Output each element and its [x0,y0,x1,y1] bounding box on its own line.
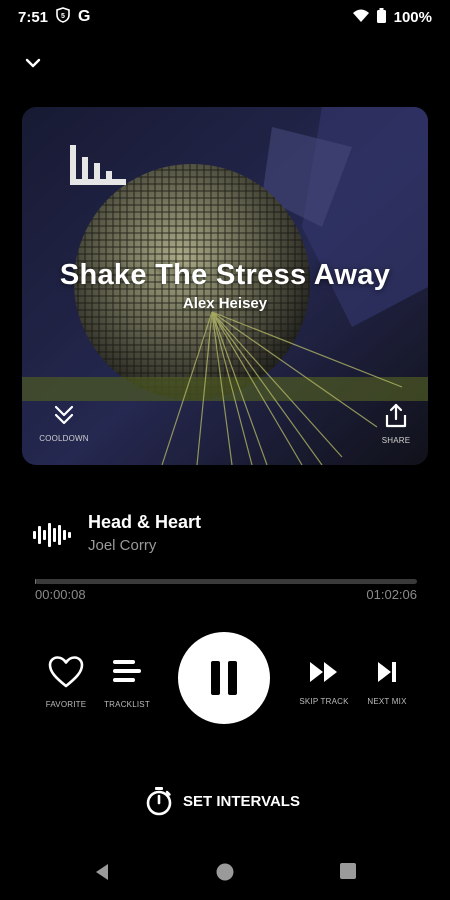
skip-track-label: SKIP TRACK [299,697,349,706]
progress-fill [35,579,36,584]
battery-percent: 100% [393,8,432,26]
google-icon: G [78,8,91,25]
tracklist-label: TRACKLIST [104,700,150,709]
double-chevron-down-icon [54,405,74,425]
home-button[interactable] [215,862,235,887]
time-elapsed: 00:00:08 [35,587,86,602]
skip-next-icon [378,662,396,682]
track-title: Head & Heart [88,512,202,532]
share-icon [385,403,407,428]
waveform-icon [33,523,71,547]
tracklist-button[interactable]: TRACKLIST [101,655,153,709]
home-circle-icon [216,863,234,881]
skip-track-button[interactable]: SKIP TRACK [296,658,352,706]
back-triangle-icon [96,864,108,880]
recents-square-icon [340,863,356,879]
mix-artist: Alex Heisey [182,295,268,312]
collapse-button[interactable] [22,52,44,74]
battery-icon [376,7,386,27]
wifi-icon [352,9,369,26]
status-time: 7:51 [18,8,49,26]
status-bar: 7:51 5 G 100% [0,0,450,34]
cooldown-label: COOLDOWN [39,434,89,443]
recents-button[interactable] [339,862,357,885]
mix-title: Shake The Stress Away [59,259,391,291]
track-artist: Joel Corry [88,537,157,554]
pause-icon [211,661,237,695]
favorite-button[interactable]: FAVORITE [42,655,90,709]
shield-icon: 5 [56,7,70,27]
time-total: 01:02:06 [366,587,417,602]
brand-logo [68,143,128,192]
svg-text:5: 5 [61,13,65,20]
now-playing-track[interactable]: Head & Heart Joel Corry [30,510,420,560]
set-intervals-button[interactable]: SET INTERVALS [145,786,300,816]
heart-icon [48,656,84,688]
next-mix-label: NEXT MIX [367,697,407,706]
tracklist-icon [113,660,141,682]
chevron-down-icon [25,58,41,68]
share-button[interactable]: SHARE [376,403,416,445]
next-mix-button[interactable]: NEXT MIX [364,658,410,706]
mix-artwork: Shake The Stress Away Alex Heisey COOLDO… [22,107,428,465]
pause-button[interactable] [178,632,270,724]
fast-forward-icon [310,662,337,682]
progress-bar[interactable] [35,579,417,584]
favorite-label: FAVORITE [45,700,87,709]
share-label: SHARE [381,436,411,445]
stopwatch-icon [146,787,172,816]
system-nav-bar [0,844,450,900]
cooldown-button[interactable]: COOLDOWN [34,403,94,443]
back-button[interactable] [92,862,112,887]
set-intervals-label: SET INTERVALS [183,792,300,810]
